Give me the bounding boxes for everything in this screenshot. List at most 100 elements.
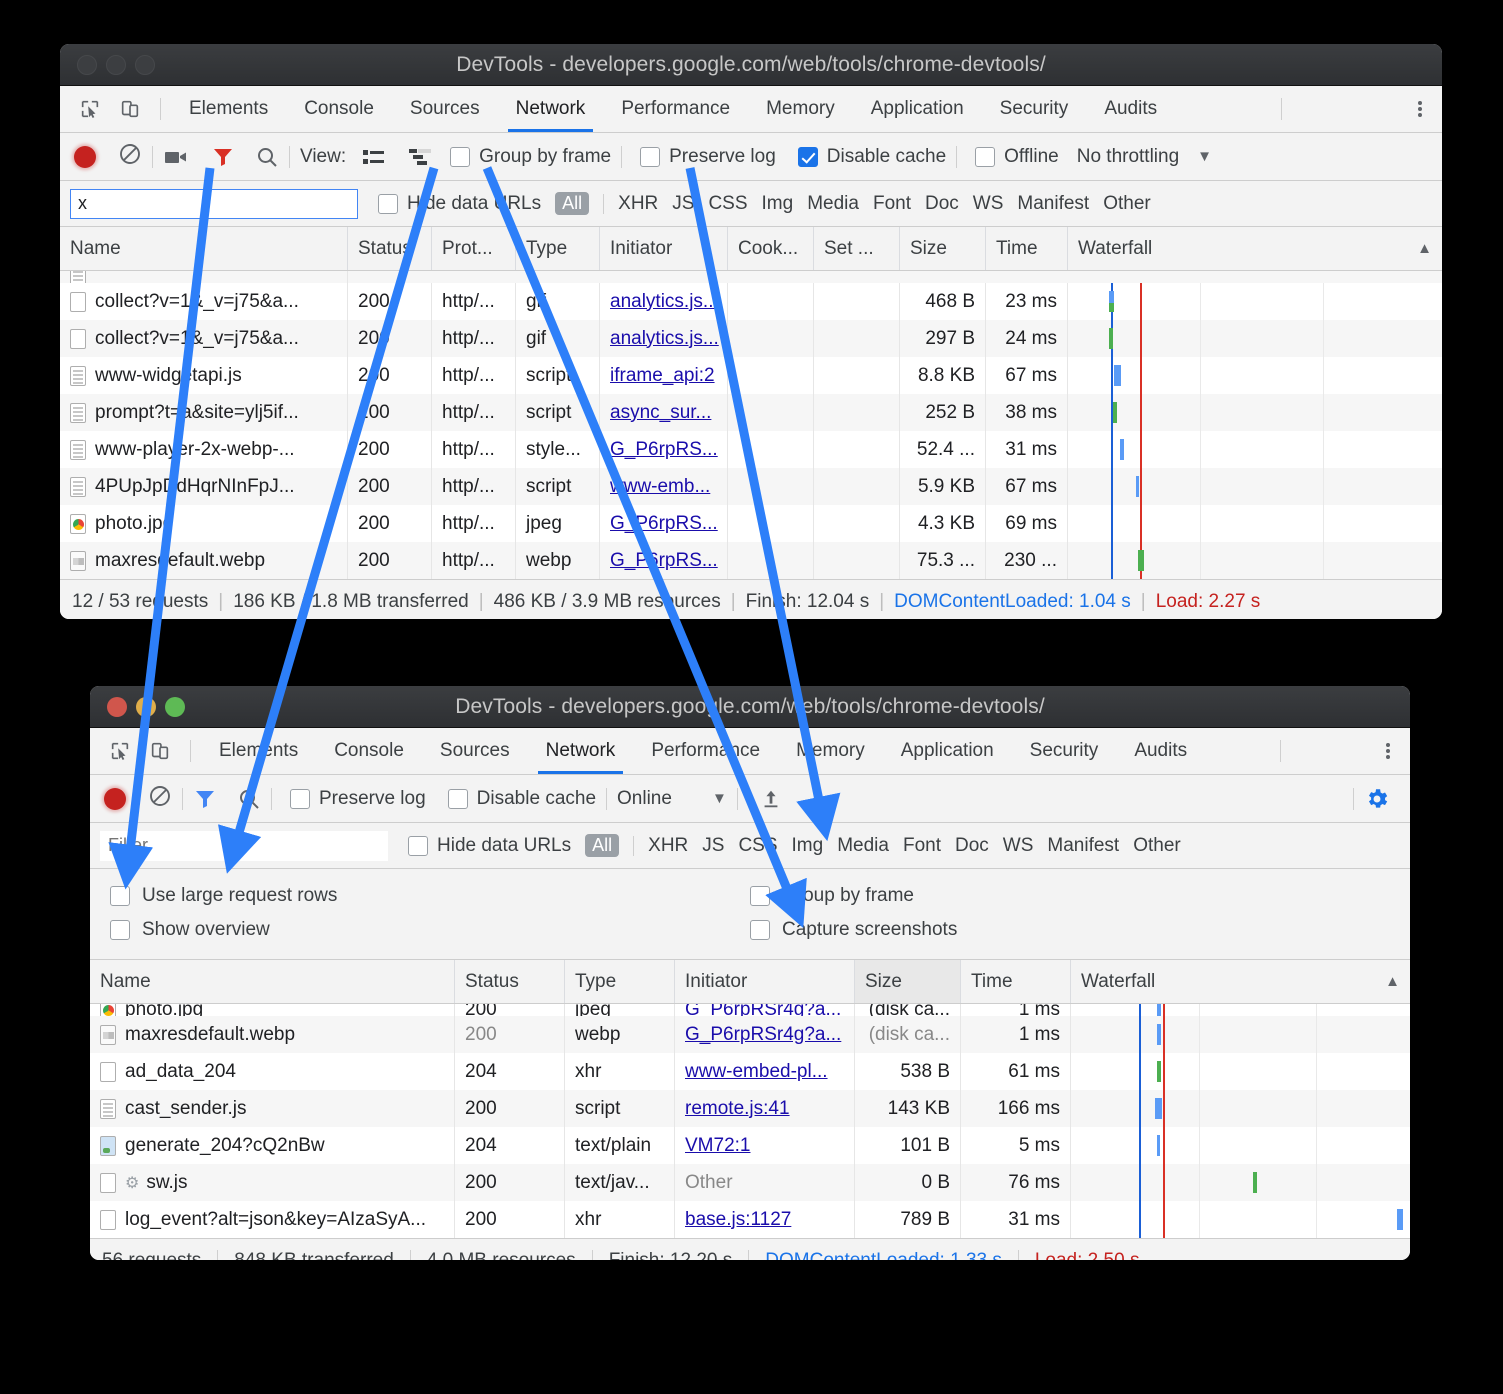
column-header-status[interactable]: Status — [348, 227, 432, 270]
initiator-link[interactable]: G_P6rpRS... — [610, 439, 718, 461]
row-name-cell[interactable]: maxresdefault.webp — [90, 1016, 455, 1053]
row-name-cell[interactable]: log_event?alt=json&key=AIzaSyA... — [90, 1201, 455, 1238]
checkbox-box[interactable] — [797, 146, 818, 167]
row-initiator-cell[interactable]: remote.js:41 — [675, 1090, 855, 1127]
group-by-frame-checkbox[interactable]: Group by frame — [750, 885, 914, 907]
checkbox-box[interactable] — [750, 886, 770, 906]
type-filter-doc[interactable]: Doc — [955, 835, 989, 857]
device-toolbar-icon[interactable] — [110, 91, 150, 127]
column-header-waterfall[interactable]: Waterfall ▲ — [1071, 960, 1410, 1003]
throttling-select[interactable]: No throttling — [1077, 146, 1179, 168]
search-icon[interactable] — [255, 145, 279, 169]
column-header-type[interactable]: Type — [516, 227, 600, 270]
column-header-name[interactable]: Name — [90, 960, 455, 1003]
initiator-link[interactable]: async_sur... — [610, 402, 711, 424]
checkbox-box[interactable] — [447, 788, 468, 809]
type-filter-ws[interactable]: WS — [973, 193, 1004, 215]
row-initiator-cell[interactable]: base.js:1127 — [675, 1201, 855, 1238]
column-header-size[interactable]: Size — [900, 227, 986, 270]
initiator-link[interactable]: www-embed-pl... — [685, 1061, 828, 1083]
row-initiator-cell[interactable]: G_P6rpRS... — [600, 431, 728, 468]
more-options-icon[interactable] — [1398, 99, 1442, 119]
row-initiator-cell[interactable]: G_P6rpRSr4g?a... — [675, 1004, 855, 1016]
type-filter-manifest[interactable]: Manifest — [1017, 193, 1089, 215]
preserve-log-checkbox[interactable]: Preserve log — [290, 788, 426, 810]
column-header-status[interactable]: Status — [455, 960, 565, 1003]
row-name-cell[interactable]: 4PUpJpDdHqrNInFpJ... — [60, 468, 348, 505]
tab-memory[interactable]: Memory — [748, 86, 853, 132]
hide-data-urls-checkbox[interactable]: Hide data URLs — [378, 193, 541, 215]
filter-input[interactable] — [100, 830, 388, 861]
type-filter-css[interactable]: CSS — [708, 193, 747, 215]
network-request-list[interactable]: photo.jpg 200 jpeg G_P6rpRSr4g?a... (dis… — [90, 1004, 1410, 1238]
capture-screenshots-checkbox[interactable]: Capture screenshots — [750, 919, 957, 941]
type-filter-img[interactable]: Img — [792, 835, 824, 857]
initiator-link[interactable]: www-emb... — [610, 476, 710, 498]
tab-security[interactable]: Security — [982, 86, 1087, 132]
initiator-link[interactable]: G_P6rpRS... — [610, 550, 718, 572]
waterfall-view-icon[interactable] — [408, 147, 432, 167]
disable-cache-checkbox[interactable]: Disable cache — [447, 788, 596, 810]
row-name-cell[interactable]: ⚙ sw.js — [90, 1164, 455, 1201]
inspect-element-icon[interactable] — [70, 91, 110, 127]
row-initiator-cell[interactable]: async_sur... — [600, 394, 728, 431]
initiator-link[interactable]: VM72:1 — [685, 1135, 750, 1157]
search-icon[interactable] — [237, 787, 261, 811]
sort-ascending-icon[interactable]: ▲ — [1417, 240, 1432, 257]
tab-sources[interactable]: Sources — [392, 86, 498, 132]
type-filter-all[interactable]: All — [555, 192, 590, 215]
column-header-initiator[interactable]: Initiator — [600, 227, 728, 270]
column-header-time[interactable]: Time — [986, 227, 1068, 270]
filter-input[interactable] — [70, 188, 358, 219]
column-header-size[interactable]: Size — [855, 960, 961, 1003]
row-initiator-cell[interactable]: www-embed-pl... — [675, 1053, 855, 1090]
tab-application[interactable]: Application — [883, 728, 1012, 774]
camera-icon[interactable] — [163, 146, 191, 168]
window-traffic-lights[interactable] — [60, 54, 155, 75]
tab-console[interactable]: Console — [316, 728, 422, 774]
row-initiator-cell[interactable]: G_P6rpRS... — [600, 542, 728, 579]
row-initiator-cell[interactable]: www-emb... — [600, 468, 728, 505]
row-initiator-cell[interactable]: analytics.js... — [600, 320, 728, 357]
minimize-button[interactable] — [106, 54, 126, 75]
initiator-link[interactable]: G_P6rpRS... — [610, 513, 718, 535]
column-header-waterfall[interactable]: Waterfall ▲ — [1068, 227, 1442, 270]
close-button[interactable] — [77, 54, 97, 75]
type-filter-font[interactable]: Font — [873, 193, 911, 215]
row-name-cell[interactable]: prompt?t=a&site=ylj5if... — [60, 394, 348, 431]
table-row-partial[interactable]: photo.jpg 200 jpeg G_P6rpRSr4g?a... (dis… — [90, 1004, 1410, 1016]
gear-icon[interactable] — [1364, 786, 1410, 812]
column-header-time[interactable]: Time — [961, 960, 1071, 1003]
initiator-link[interactable]: G_P6rpRSr4g?a... — [685, 1024, 841, 1046]
table-row-partial[interactable] — [60, 271, 1442, 283]
tab-performance[interactable]: Performance — [633, 728, 778, 774]
record-icon[interactable] — [104, 787, 126, 810]
clear-icon[interactable] — [148, 784, 172, 814]
table-row[interactable]: maxresdefault.webp 200 http/... webp G_P… — [60, 542, 1442, 579]
disable-cache-checkbox[interactable]: Disable cache — [797, 146, 946, 168]
initiator-link[interactable]: G_P6rpRSr4g?a... — [685, 1004, 841, 1016]
tab-console[interactable]: Console — [286, 86, 392, 132]
initiator-link[interactable]: analytics.js... — [610, 328, 719, 350]
checkbox-box[interactable] — [290, 788, 310, 809]
list-view-icon[interactable] — [362, 147, 386, 167]
type-filter-js[interactable]: JS — [702, 835, 724, 857]
column-header-protocol[interactable]: Prot... — [432, 227, 516, 270]
row-initiator-cell[interactable]: VM72:1 — [675, 1127, 855, 1164]
checkbox-box[interactable] — [110, 920, 130, 940]
clear-icon[interactable] — [118, 142, 142, 172]
offline-checkbox[interactable]: Offline — [975, 146, 1059, 168]
row-name-cell[interactable]: maxresdefault.webp — [60, 542, 348, 579]
table-row[interactable]: cast_sender.js 200 script remote.js:41 1… — [90, 1090, 1410, 1127]
tab-audits[interactable]: Audits — [1086, 86, 1175, 132]
type-filter-xhr[interactable]: XHR — [618, 193, 658, 215]
table-row[interactable]: generate_204?cQ2nBw 204 text/plain VM72:… — [90, 1127, 1410, 1164]
type-filter-xhr[interactable]: XHR — [648, 835, 688, 857]
tab-sources[interactable]: Sources — [422, 728, 528, 774]
checkbox-box[interactable] — [378, 193, 398, 214]
window-traffic-lights[interactable] — [90, 696, 185, 717]
row-name-cell[interactable]: photo.jpg — [90, 1004, 455, 1016]
tab-application[interactable]: Application — [853, 86, 982, 132]
column-header-type[interactable]: Type — [565, 960, 675, 1003]
tab-network[interactable]: Network — [528, 728, 634, 774]
